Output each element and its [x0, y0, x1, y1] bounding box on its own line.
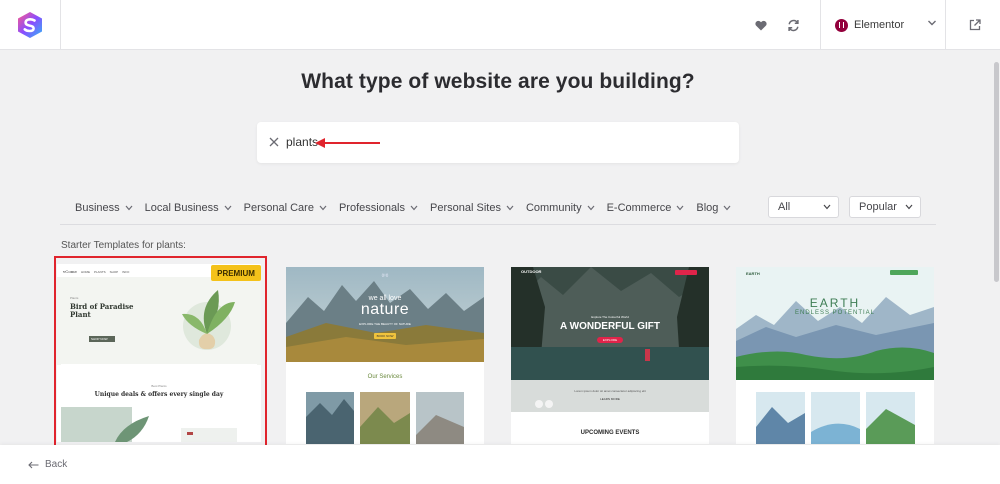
sync-icon: [787, 19, 799, 31]
app-logo[interactable]: [0, 0, 61, 50]
type-select-value: All: [778, 201, 791, 213]
category-filters: Business Local Business Personal Care Pr…: [75, 199, 743, 217]
page-builder-select[interactable]: Elementor: [820, 0, 946, 50]
scrollbar-thumb[interactable]: [994, 62, 999, 282]
filter-local-business[interactable]: Local Business: [145, 199, 232, 217]
template-thumbnail: [286, 267, 484, 444]
template-card-nature[interactable]: ((•)) we all love nature EXPLORE THE BEA…: [286, 267, 484, 444]
exit-button[interactable]: [962, 12, 988, 38]
card-hero-sub: EXPLORE THE BEAUTY OF NATURE: [359, 322, 411, 326]
annotation-arrow-icon: [315, 138, 380, 148]
chevron-down-icon: [506, 205, 514, 211]
starter-templates-logo: [18, 12, 42, 38]
arrow-left-icon: [28, 461, 39, 468]
heart-icon: [755, 20, 767, 30]
card-hero-button: BOOK NOW: [376, 334, 394, 338]
filter-professionals[interactable]: Professionals: [339, 199, 418, 217]
chevron-down-icon: [823, 204, 831, 210]
card-hero-button: EXPLORE: [602, 338, 618, 342]
back-button[interactable]: Back: [28, 459, 67, 470]
card-logo: OUTDOOR: [521, 269, 542, 274]
back-label: Back: [45, 459, 68, 470]
template-card-earth[interactable]: EARTH EARTH ENDLESS POTENTIAL: [736, 267, 934, 444]
filter-community[interactable]: Community: [526, 199, 595, 217]
page-title: What type of website are you building?: [301, 70, 695, 93]
filter-e-commerce[interactable]: E-Commerce: [607, 199, 685, 217]
chevron-down-icon: [125, 205, 133, 211]
premium-badge: PREMIUM: [211, 265, 261, 281]
favorites-button[interactable]: [748, 12, 774, 38]
chevron-down-icon: [905, 204, 913, 210]
filter-blog[interactable]: Blog: [696, 199, 731, 217]
close-icon[interactable]: [266, 134, 282, 150]
footer-bar: Back: [0, 445, 1000, 484]
sort-select-value: Popular: [859, 201, 897, 213]
chevron-down-icon: [587, 205, 595, 211]
chevron-down-icon: [928, 20, 936, 26]
card-section-title: UPCOMING EVENTS: [580, 430, 640, 436]
template-card-outdoor[interactable]: OUTDOOR Explore The Colourful World A WO…: [511, 267, 709, 444]
card-section-title: Our Services: [367, 374, 403, 380]
card-hero-title: EARTH: [809, 296, 861, 310]
filter-business[interactable]: Business: [75, 199, 133, 217]
card-hero-sub: ENDLESS POTENTIAL: [794, 310, 876, 316]
filter-personal-sites[interactable]: Personal Sites: [430, 199, 514, 217]
chevron-down-icon: [319, 205, 327, 211]
chevron-down-icon: [723, 205, 731, 211]
filter-divider: [60, 224, 936, 225]
sync-library-button[interactable]: [780, 12, 806, 38]
chevron-down-icon: [676, 205, 684, 211]
card-hero-title: A WONDERFUL GIFT: [560, 321, 660, 332]
elementor-icon: [835, 18, 848, 32]
selected-card-highlight: [54, 256, 267, 447]
external-link-icon: [969, 19, 981, 31]
card-band-link: LEARN MORE: [600, 397, 620, 401]
card-hero-title: nature: [360, 301, 410, 318]
type-select[interactable]: All: [768, 196, 839, 218]
chevron-down-icon: [410, 205, 418, 211]
sort-select[interactable]: Popular: [849, 196, 921, 218]
card-hero-small: Explore The Colourful World: [591, 315, 629, 319]
chevron-down-icon: [224, 205, 232, 211]
page-builder-label: Elementor: [854, 19, 905, 31]
card-logo: ((•)): [381, 272, 389, 277]
template-thumbnail: [511, 267, 709, 444]
top-bar: Elementor: [0, 0, 1000, 50]
template-thumbnail: [736, 267, 934, 444]
filter-personal-care[interactable]: Personal Care: [244, 199, 327, 217]
card-band-text: Lorem ipsum dolor sit amet consectetur a…: [574, 389, 646, 393]
results-label: Starter Templates for plants:: [61, 240, 186, 251]
card-logo: EARTH: [746, 271, 760, 276]
